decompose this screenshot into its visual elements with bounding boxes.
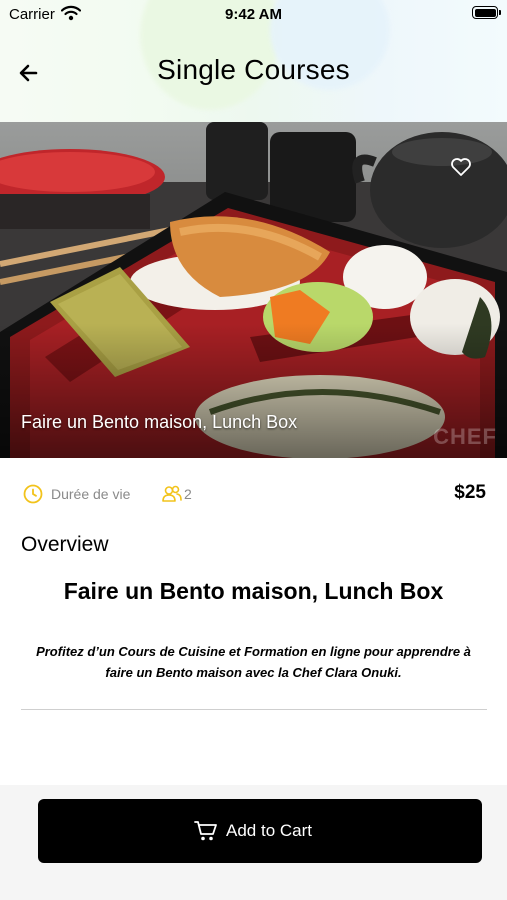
add-to-cart-button[interactable]: Add to Cart bbox=[38, 799, 482, 863]
hero-caption: Faire un Bento maison, Lunch Box bbox=[21, 412, 298, 432]
battery-icon bbox=[472, 6, 501, 19]
duration-label: Durée de vie bbox=[51, 486, 131, 502]
course-hero-image: CHEF Faire un Bento maison, Lunch Box bbox=[0, 122, 507, 458]
clock-time: 9:42 AM bbox=[225, 6, 282, 23]
clock-icon bbox=[23, 484, 43, 504]
users-icon bbox=[162, 485, 182, 502]
divider bbox=[21, 709, 487, 710]
status-bar: Carrier 9:42 AM bbox=[0, 0, 507, 30]
course-description: Profitez d’un Cours de Cuisine et Format… bbox=[36, 644, 471, 680]
participants-count: 2 bbox=[184, 486, 192, 502]
add-to-cart-label: Add to Cart bbox=[226, 821, 312, 840]
course-title: Faire un Bento maison, Lunch Box bbox=[63, 578, 444, 604]
heart-icon[interactable] bbox=[449, 155, 473, 179]
watermark-text: CHEF bbox=[433, 424, 497, 449]
bento-photo bbox=[0, 122, 507, 458]
page-title: Single Courses bbox=[157, 54, 350, 85]
overview-heading: Overview bbox=[21, 533, 109, 556]
course-meta: Durée de vie 2 $25 bbox=[0, 480, 507, 508]
course-price: $25 bbox=[454, 482, 486, 503]
cart-icon bbox=[194, 821, 217, 841]
bottom-bar: Add to Cart bbox=[0, 785, 507, 900]
